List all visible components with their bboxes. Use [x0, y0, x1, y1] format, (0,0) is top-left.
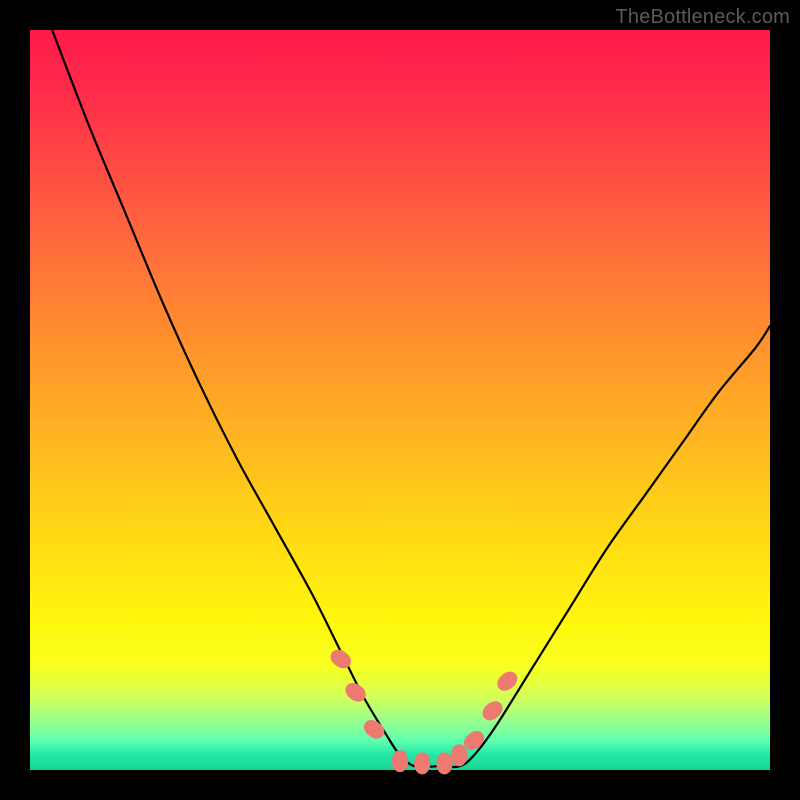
marker-dot — [414, 752, 430, 774]
marker-dot — [392, 750, 408, 772]
marker-dots-group — [327, 646, 521, 774]
marker-dot — [479, 698, 506, 724]
watermark-text: TheBottleneck.com — [615, 6, 790, 29]
marker-dot — [494, 668, 521, 694]
marker-dot — [436, 752, 452, 774]
bottleneck-curve — [52, 30, 770, 767]
chart-frame: TheBottleneck.com — [0, 0, 800, 800]
marker-dot — [451, 744, 467, 766]
marker-dot — [361, 716, 388, 742]
chart-svg — [30, 30, 770, 770]
